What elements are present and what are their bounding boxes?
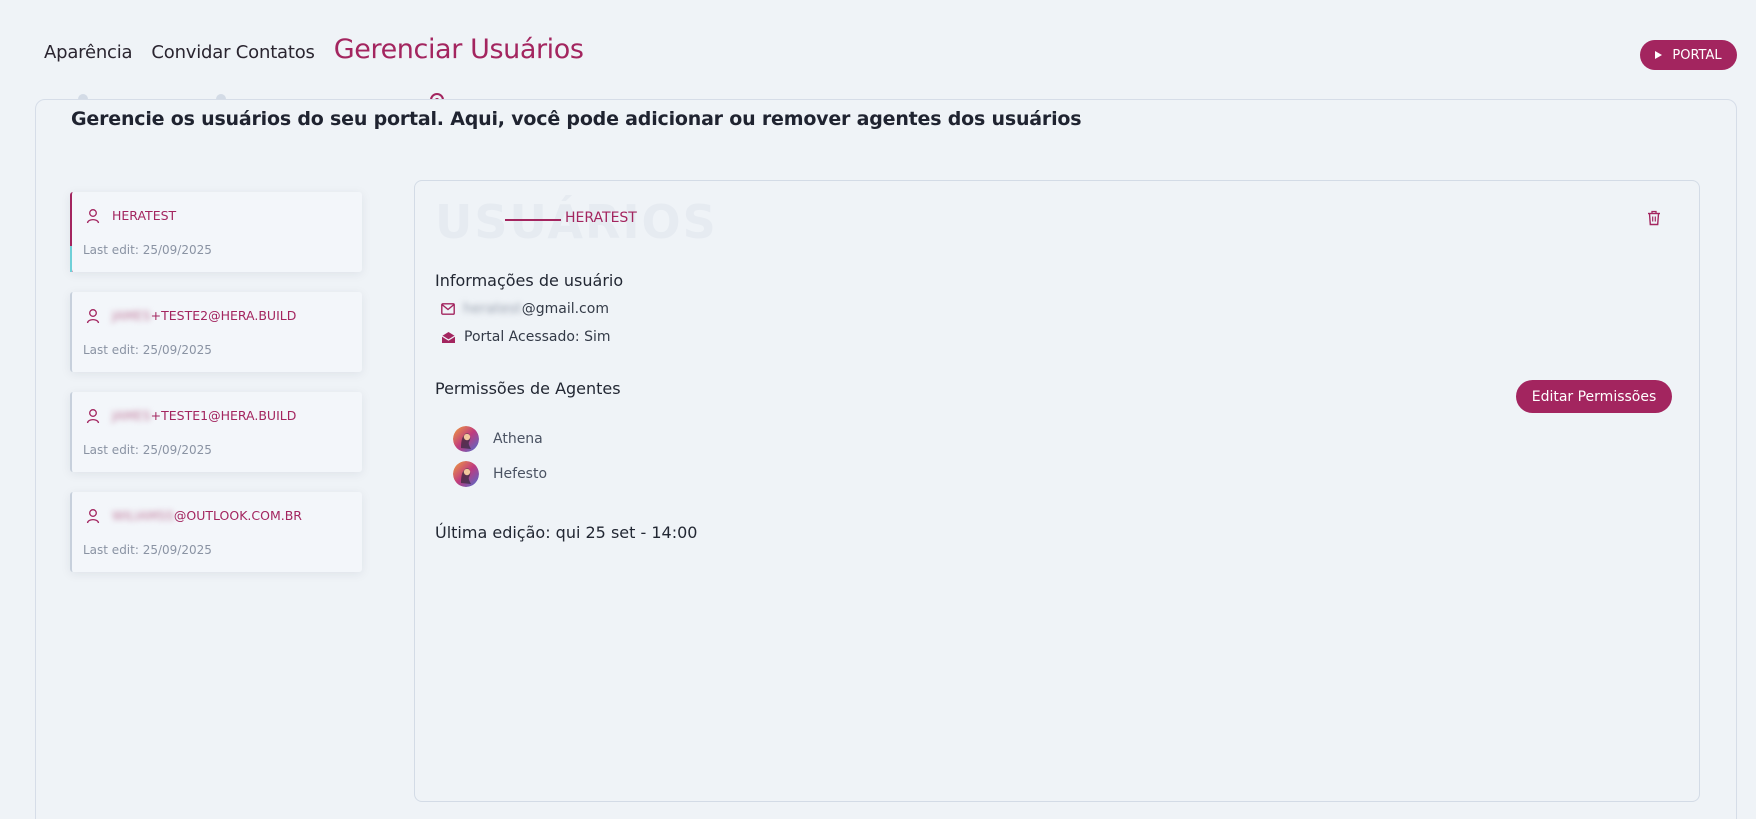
user-icon	[86, 209, 100, 224]
user-card-name: WILIAMSS@OUTLOOK.COM.BR	[112, 508, 302, 523]
user-card-name-visible: +TESTE1@HERA.BUILD	[150, 408, 297, 423]
top-navigation: Aparência Convidar Contatos Gerenciar Us…	[44, 34, 603, 65]
user-detail-panel: USUÁRIOS HERATEST Informações de usuário…	[414, 180, 1700, 802]
user-card-name: JAMES+TESTE2@HERA.BUILD	[112, 308, 296, 323]
user-card-outlook[interactable]: WILIAMSS@OUTLOOK.COM.BR Last edit: 25/09…	[70, 492, 362, 572]
user-email-row: heratest@gmail.com	[441, 301, 609, 317]
user-icon	[86, 509, 100, 524]
trash-icon[interactable]	[1647, 210, 1661, 226]
agent-permissions-title: Permissões de Agentes	[435, 379, 621, 398]
user-icon	[86, 409, 100, 424]
page-subtitle: Gerencie os usuários do seu portal. Aqui…	[71, 108, 1082, 130]
portal-button-label: PORTAL	[1672, 47, 1722, 63]
user-card-last-edit: Last edit: 25/09/2025	[83, 443, 212, 457]
user-email: heratest@gmail.com	[463, 301, 609, 317]
title-accent-line	[505, 219, 561, 221]
user-card-teste1[interactable]: JAMES+TESTE1@HERA.BUILD Last edit: 25/09…	[70, 392, 362, 472]
tab-gerenciar-usuarios[interactable]: Gerenciar Usuários	[334, 34, 584, 65]
portal-access-status: Portal Acessado: Sim	[464, 329, 611, 345]
user-card-name-visible: +TESTE2@HERA.BUILD	[150, 308, 297, 323]
agent-item-athena: Athena	[453, 426, 543, 452]
user-info-title: Informações de usuário	[435, 271, 624, 290]
user-icon	[86, 309, 100, 324]
mail-open-icon	[441, 331, 456, 343]
portal-access-row: Portal Acessado: Sim	[441, 329, 611, 345]
hefesto-avatar	[453, 461, 479, 487]
portal-button[interactable]: PORTAL	[1640, 40, 1737, 70]
edit-permissions-button[interactable]: Editar Permissões	[1516, 380, 1672, 413]
user-card-name: HERATEST	[112, 208, 177, 223]
user-card-teste2[interactable]: JAMES+TESTE2@HERA.BUILD Last edit: 25/09…	[70, 292, 362, 372]
tab-convidar-contatos[interactable]: Convidar Contatos	[151, 42, 315, 63]
user-card-name-visible: @OUTLOOK.COM.BR	[173, 508, 302, 523]
user-card-last-edit: Last edit: 25/09/2025	[83, 243, 212, 257]
user-card-name: JAMES+TESTE1@HERA.BUILD	[112, 408, 296, 423]
agent-name: Hefesto	[493, 466, 548, 482]
user-card-last-edit: Last edit: 25/09/2025	[83, 543, 212, 557]
play-icon	[1655, 51, 1663, 59]
mail-icon	[441, 303, 455, 315]
tab-aparencia[interactable]: Aparência	[44, 42, 133, 63]
redacted-name: JAMES	[112, 308, 151, 323]
redacted-name: WILIAMSS	[112, 508, 174, 523]
user-email-domain: @gmail.com	[521, 301, 609, 317]
selected-user-name: HERATEST	[565, 210, 637, 226]
agent-item-hefesto: Hefesto	[453, 461, 547, 487]
user-card-heratest[interactable]: HERATEST Last edit: 25/09/2025	[70, 192, 362, 272]
user-card-last-edit: Last edit: 25/09/2025	[83, 343, 212, 357]
last-edited-timestamp: Última edição: qui 25 set - 14:00	[435, 523, 698, 542]
redacted-name: JAMES	[112, 408, 151, 423]
redacted-email: heratest	[463, 301, 522, 317]
athena-avatar	[453, 426, 479, 452]
agent-name: Athena	[493, 431, 543, 447]
